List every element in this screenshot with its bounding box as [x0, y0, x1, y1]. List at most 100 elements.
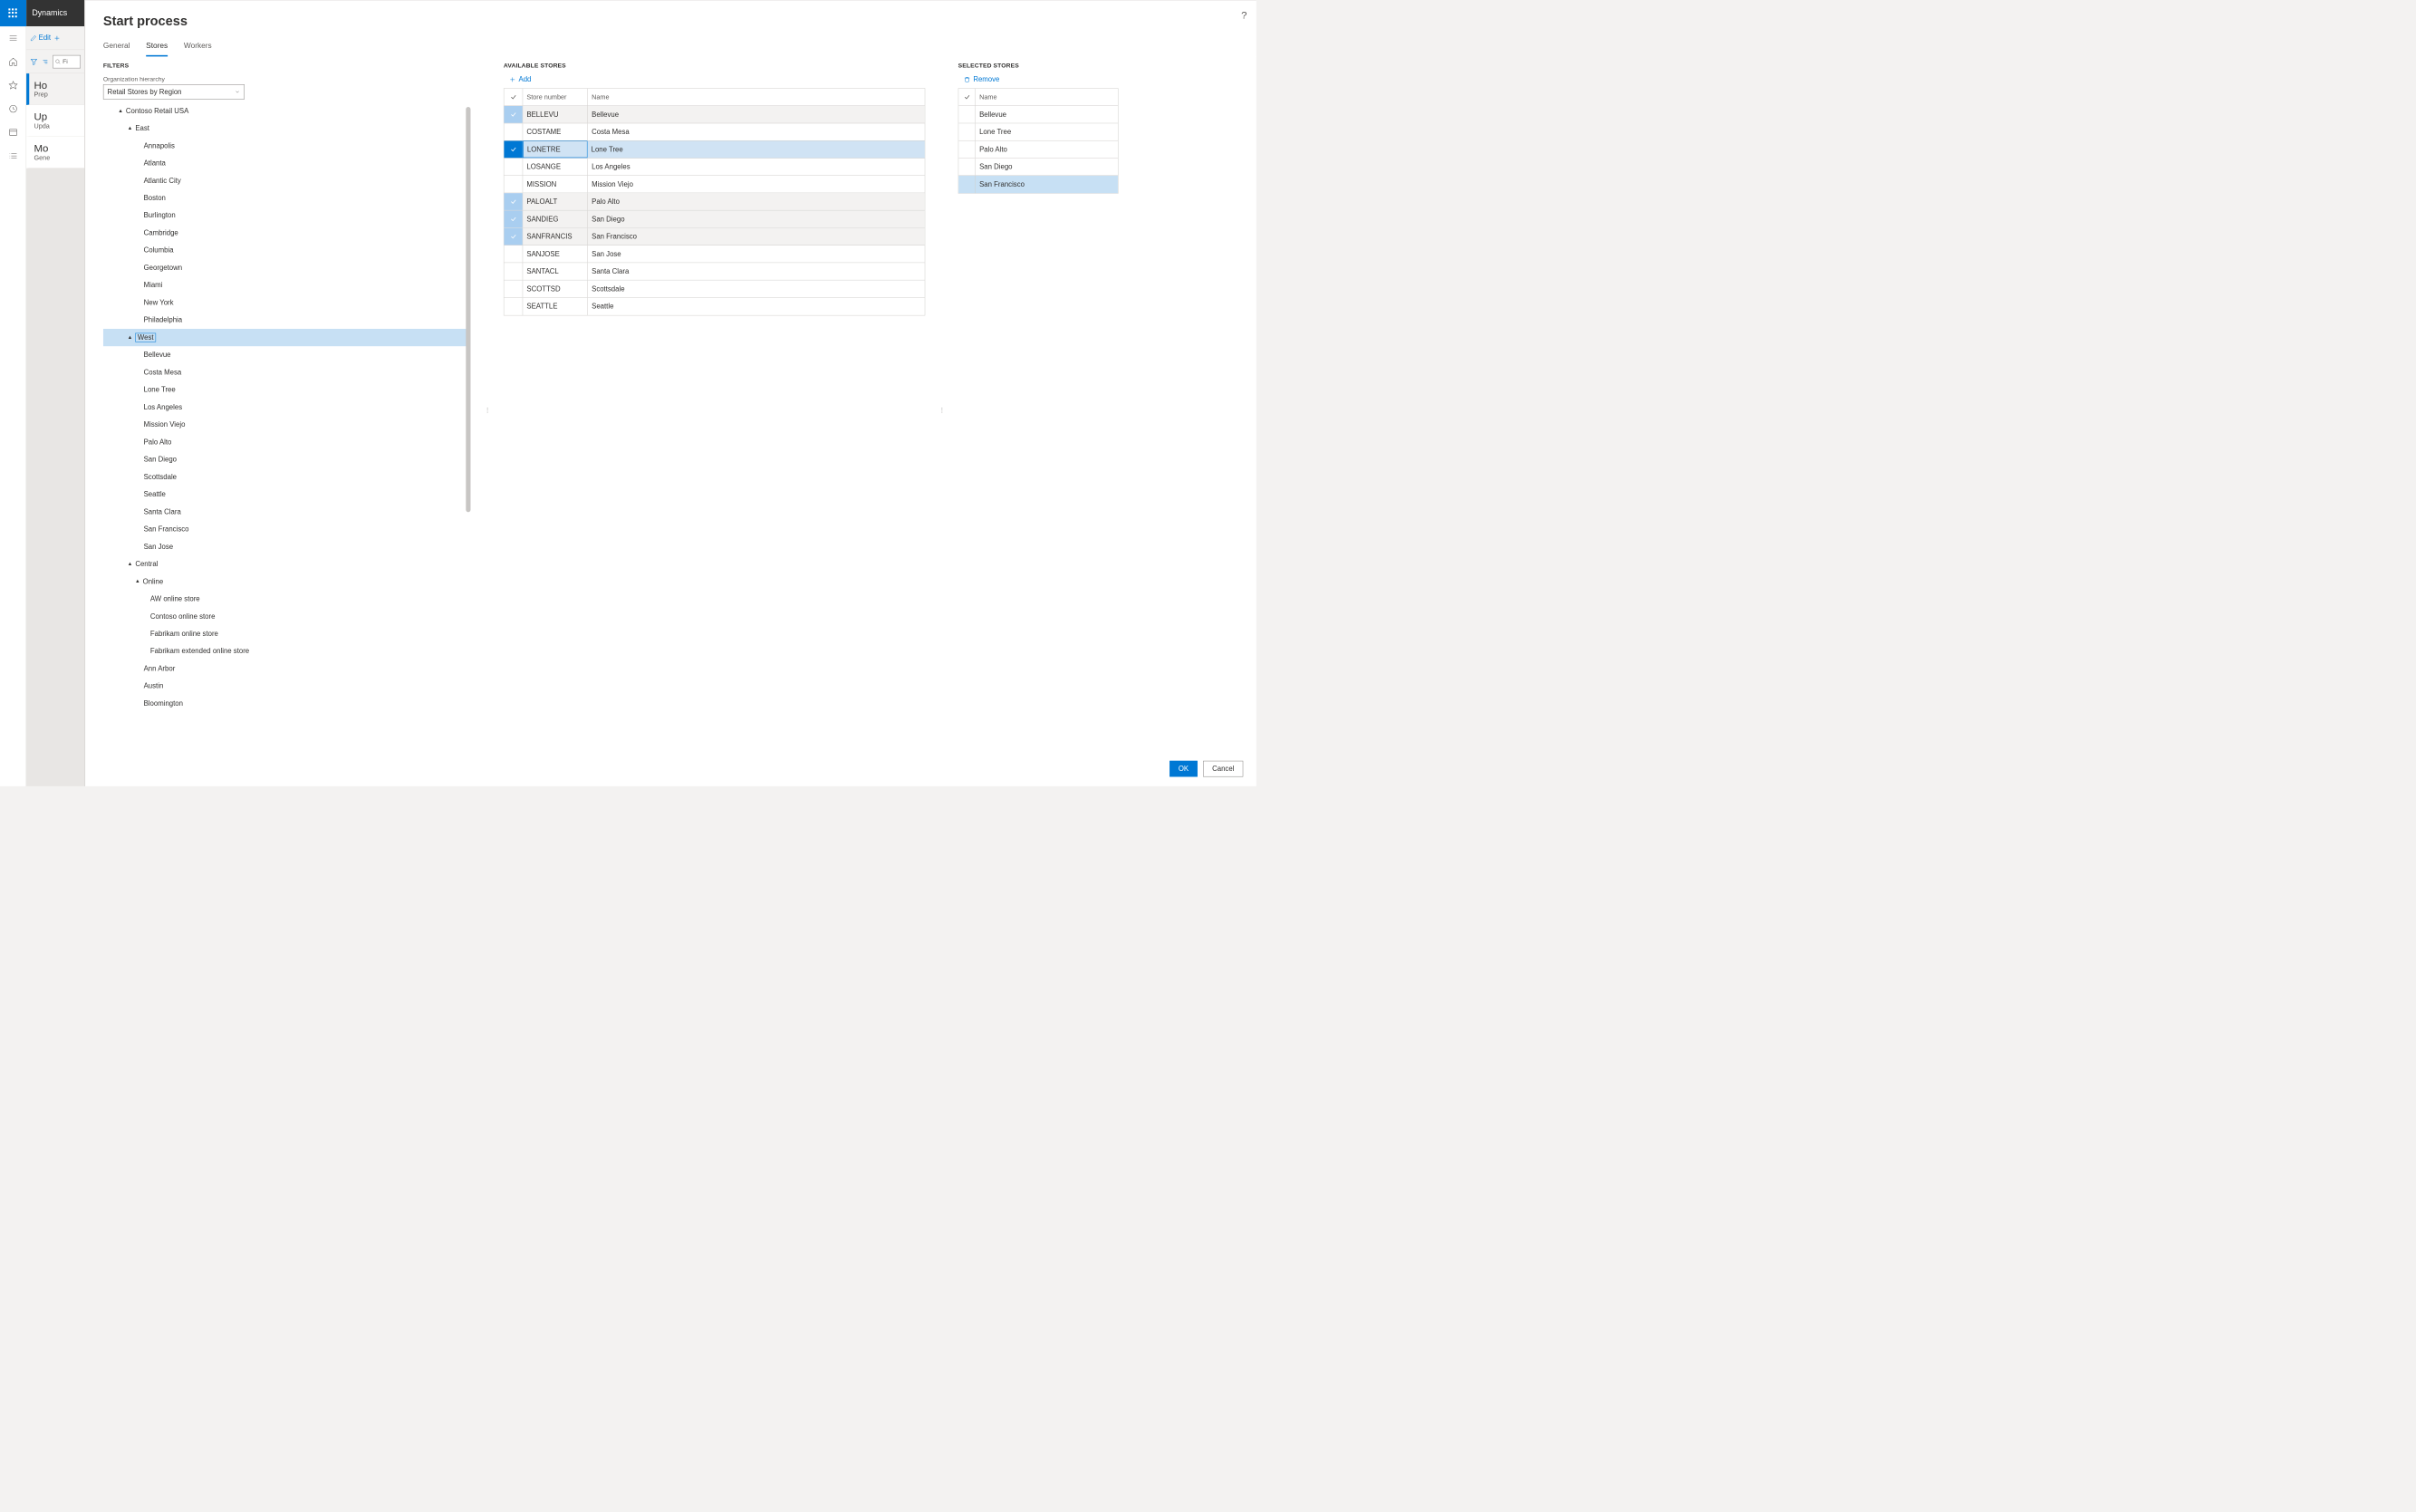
tree-leaf[interactable]: Fabrikam online store — [103, 625, 471, 642]
tree-leaf[interactable]: Lone Tree — [103, 381, 471, 399]
cancel-button[interactable]: Cancel — [1203, 761, 1243, 777]
col-store-number[interactable]: Store number — [523, 89, 588, 106]
tree-leaf[interactable]: AW online store — [103, 591, 471, 608]
splitter-handle[interactable]: ⋮ — [939, 62, 944, 758]
help-icon[interactable]: ? — [1241, 9, 1247, 22]
tree-leaf[interactable]: Contoso online store — [103, 608, 471, 625]
tree-leaf[interactable]: Bloomington — [103, 695, 471, 712]
table-row[interactable]: Bellevue — [958, 106, 1118, 123]
tree-leaf[interactable]: Cambridge — [103, 225, 471, 242]
org-tree[interactable]: ▲ Contoso Retail USA ▲ East AnnapolisAtl… — [103, 102, 471, 715]
hamburger-icon[interactable] — [0, 26, 26, 50]
tree-leaf[interactable]: Scottsdale — [103, 468, 471, 486]
table-row[interactable]: BELLEVUBellevue — [504, 106, 924, 123]
table-row[interactable]: SEATTLESeattle — [504, 298, 924, 315]
row-checkbox[interactable] — [504, 298, 523, 315]
table-row[interactable]: SANTACLSanta Clara — [504, 263, 924, 280]
table-row[interactable]: Lone Tree — [958, 123, 1118, 140]
tab-workers[interactable]: Workers — [184, 42, 212, 56]
scrollbar-thumb[interactable] — [466, 107, 470, 512]
splitter-handle[interactable]: ⋮ — [485, 62, 489, 758]
tree-leaf[interactable]: Atlantic City — [103, 172, 471, 189]
row-checkbox[interactable] — [504, 159, 523, 176]
tree-leaf[interactable]: Los Angeles — [103, 399, 471, 416]
col-name[interactable]: Name — [976, 89, 1118, 106]
tree-leaf[interactable]: Philadelphia — [103, 312, 471, 329]
table-row[interactable]: COSTAMECosta Mesa — [504, 123, 924, 140]
row-checkbox[interactable] — [504, 193, 523, 210]
tree-leaf[interactable]: Bellevue — [103, 346, 471, 363]
tree-leaf[interactable]: New York — [103, 294, 471, 311]
tree-leaf[interactable]: Seattle — [103, 486, 471, 503]
row-checkbox[interactable] — [958, 140, 976, 158]
tree-leaf[interactable]: Santa Clara — [103, 503, 471, 520]
ok-button[interactable]: OK — [1169, 761, 1198, 777]
edit-button[interactable]: Edit — [30, 34, 51, 42]
tree-leaf[interactable]: Annapolis — [103, 137, 471, 154]
row-checkbox[interactable] — [504, 246, 523, 263]
tree-leaf[interactable]: Boston — [103, 189, 471, 207]
table-row[interactable]: PALOALTPalo Alto — [504, 193, 924, 210]
favorites-icon[interactable] — [0, 73, 26, 97]
list-item[interactable]: Up Upda — [26, 105, 84, 137]
home-icon[interactable] — [0, 50, 26, 73]
workspace-icon[interactable] — [0, 120, 26, 144]
table-row[interactable]: MISSIONMission Viejo — [504, 176, 924, 193]
row-checkbox[interactable] — [504, 263, 523, 280]
row-checkbox[interactable] — [958, 123, 976, 140]
tree-node[interactable]: ▲ Online — [103, 573, 471, 590]
select-all-checkbox[interactable] — [504, 89, 523, 106]
tree-leaf[interactable]: San Diego — [103, 451, 471, 468]
table-row[interactable]: San Diego — [958, 159, 1118, 176]
recent-icon[interactable] — [0, 97, 26, 120]
tree-leaf[interactable]: Burlington — [103, 207, 471, 224]
table-row[interactable]: SANFRANCISSan Francisco — [504, 228, 924, 246]
org-hierarchy-select[interactable]: Retail Stores by Region — [103, 84, 245, 100]
row-checkbox[interactable] — [958, 106, 976, 123]
tree-leaf[interactable]: Palo Alto — [103, 433, 471, 450]
filter-icon[interactable] — [30, 58, 37, 65]
tree-leaf[interactable]: Ann Arbor — [103, 660, 471, 678]
sort-icon[interactable] — [42, 58, 49, 65]
add-button[interactable]: Add — [504, 72, 925, 88]
remove-button[interactable]: Remove — [958, 72, 1238, 88]
table-row[interactable]: SCOTTSDScottsdale — [504, 280, 924, 297]
list-item[interactable]: Mo Gene — [26, 137, 84, 169]
table-row[interactable]: SANJOSESan Jose — [504, 246, 924, 263]
row-checkbox[interactable] — [504, 106, 523, 123]
bg-search-input[interactable]: Fi — [53, 55, 81, 69]
tab-stores[interactable]: Stores — [146, 42, 168, 56]
row-checkbox[interactable] — [504, 280, 523, 297]
tree-node-west[interactable]: ▲ West — [103, 329, 471, 346]
tree-leaf[interactable]: Costa Mesa — [103, 363, 471, 380]
tree-leaf[interactable]: Georgetown — [103, 259, 471, 276]
tab-general[interactable]: General — [103, 42, 130, 56]
app-launcher-button[interactable] — [0, 0, 26, 26]
table-row[interactable]: Palo Alto — [958, 140, 1118, 158]
tree-leaf[interactable]: San Jose — [103, 538, 471, 555]
tree-node[interactable]: ▲ East — [103, 120, 471, 137]
tree-leaf[interactable]: Atlanta — [103, 155, 471, 172]
select-all-checkbox[interactable] — [958, 89, 976, 106]
row-checkbox[interactable] — [958, 159, 976, 176]
row-checkbox[interactable] — [504, 228, 523, 246]
table-row[interactable]: LONETRELone Tree — [504, 140, 924, 158]
tree-leaf[interactable]: Austin — [103, 678, 471, 695]
table-row[interactable]: SANDIEGSan Diego — [504, 210, 924, 227]
table-row[interactable]: LOSANGELos Angeles — [504, 159, 924, 176]
row-checkbox[interactable] — [504, 140, 523, 158]
row-checkbox[interactable] — [958, 176, 976, 193]
tree-leaf[interactable]: Miami — [103, 276, 471, 294]
list-icon[interactable] — [0, 144, 26, 168]
tree-leaf[interactable]: Columbia — [103, 242, 471, 259]
tree-leaf[interactable]: Chicago — [103, 712, 471, 715]
tree-node[interactable]: ▲ Central — [103, 555, 471, 573]
tree-leaf[interactable]: Fabrikam extended online store — [103, 642, 471, 660]
tree-leaf[interactable]: San Francisco — [103, 521, 471, 538]
row-checkbox[interactable] — [504, 210, 523, 227]
row-checkbox[interactable] — [504, 123, 523, 140]
tree-node[interactable]: ▲ Contoso Retail USA — [103, 102, 471, 120]
plus-icon[interactable] — [53, 34, 60, 41]
table-row[interactable]: San Francisco — [958, 176, 1118, 193]
col-name[interactable]: Name — [588, 89, 925, 106]
